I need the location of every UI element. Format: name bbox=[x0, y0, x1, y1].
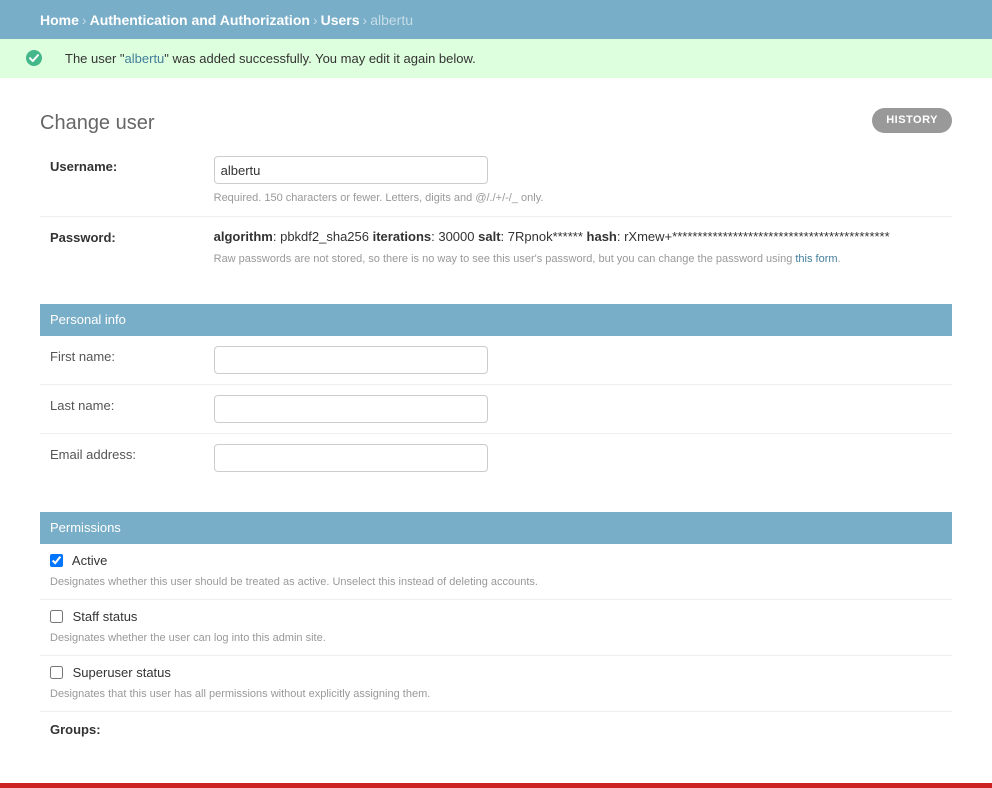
breadcrumb: Home›Authentication and Authorization›Us… bbox=[0, 0, 992, 39]
password-hash-readonly: algorithm: pbkdf2_sha256 iterations: 300… bbox=[214, 227, 890, 245]
success-message-text-after: " was added successfully. You may edit i… bbox=[164, 51, 476, 66]
last-name-label: Last name: bbox=[50, 395, 210, 413]
password-iterations-key: iterations bbox=[373, 229, 432, 244]
success-message: The user "albertu" was added successfull… bbox=[0, 39, 992, 78]
page-title: Change user bbox=[40, 98, 952, 134]
email-label: Email address: bbox=[50, 444, 210, 462]
username-field-box: Required. 150 characters or fewer. Lette… bbox=[214, 156, 544, 206]
object-tools-item: History bbox=[872, 108, 952, 133]
content-area: Change user History Username: Required. … bbox=[0, 78, 992, 737]
breadcrumb-separator: › bbox=[79, 12, 90, 28]
page-header-row: Change user History bbox=[40, 98, 952, 146]
password-help-before: Raw passwords are not stored, so there i… bbox=[214, 253, 796, 265]
fieldset-personal-info-title: Personal info bbox=[40, 304, 952, 336]
superuser-status-checkbox[interactable] bbox=[50, 666, 63, 679]
groups-label: Groups: bbox=[40, 712, 952, 737]
fieldset-permissions-title: Permissions bbox=[40, 512, 952, 544]
bottom-status-bar bbox=[0, 783, 992, 788]
password-label: Password: bbox=[50, 227, 210, 245]
staff-status-checkbox-line: Staff status bbox=[50, 609, 942, 625]
active-label[interactable]: Active bbox=[72, 553, 107, 568]
breadcrumb-item-current: albertu bbox=[370, 12, 413, 28]
object-tools: History bbox=[872, 108, 952, 133]
success-message-text-before: The user " bbox=[65, 51, 125, 66]
form-row-last-name: Last name: bbox=[40, 385, 952, 434]
form-row-active: Active Designates whether this user shou… bbox=[40, 544, 952, 600]
form-row-first-name: First name: bbox=[40, 336, 952, 385]
breadcrumb-separator: › bbox=[360, 12, 371, 28]
email-input[interactable] bbox=[214, 444, 488, 472]
fieldset-permissions: Permissions Active Designates whether th… bbox=[40, 512, 952, 737]
first-name-input[interactable] bbox=[214, 346, 488, 374]
first-name-label: First name: bbox=[50, 346, 210, 364]
staff-status-help-text: Designates whether the user can log into… bbox=[50, 631, 942, 646]
staff-status-checkbox[interactable] bbox=[50, 610, 63, 623]
superuser-status-label[interactable]: Superuser status bbox=[73, 665, 171, 680]
password-help-after: . bbox=[838, 253, 841, 265]
breadcrumb-item-users[interactable]: Users bbox=[321, 12, 360, 28]
password-hash-value: : rXmew+********************************… bbox=[617, 229, 890, 244]
form-row-staff-status: Staff status Designates whether the user… bbox=[40, 600, 952, 656]
password-field-box: algorithm: pbkdf2_sha256 iterations: 300… bbox=[214, 227, 890, 267]
success-check-icon bbox=[26, 50, 42, 66]
active-checkbox-line: Active bbox=[50, 553, 942, 569]
password-salt-value: : 7Rpnok****** bbox=[501, 229, 587, 244]
form-row-password: Password: algorithm: pbkdf2_sha256 itera… bbox=[40, 217, 952, 277]
password-algorithm-key: algorithm bbox=[214, 229, 273, 244]
password-help-text: Raw passwords are not stored, so there i… bbox=[214, 252, 890, 267]
success-message-user-link[interactable]: albertu bbox=[125, 51, 165, 66]
username-input[interactable] bbox=[214, 156, 488, 184]
username-help-text: Required. 150 characters or fewer. Lette… bbox=[214, 191, 544, 206]
form-row-email: Email address: bbox=[40, 434, 952, 482]
breadcrumb-item-home[interactable]: Home bbox=[40, 12, 79, 28]
form-row-username: Username: Required. 150 characters or fe… bbox=[40, 146, 952, 217]
last-name-input[interactable] bbox=[214, 395, 488, 423]
password-hash-key: hash bbox=[587, 229, 617, 244]
fieldset-main: Username: Required. 150 characters or fe… bbox=[40, 146, 952, 277]
password-algorithm-value: : pbkdf2_sha256 bbox=[273, 229, 373, 244]
superuser-status-help-text: Designates that this user has all permis… bbox=[50, 687, 942, 702]
message-list: The user "albertu" was added successfull… bbox=[0, 39, 992, 78]
form-row-superuser-status: Superuser status Designates that this us… bbox=[40, 656, 952, 712]
active-checkbox[interactable] bbox=[50, 554, 63, 567]
username-label: Username: bbox=[50, 156, 210, 174]
superuser-status-checkbox-line: Superuser status bbox=[50, 665, 942, 681]
change-password-link[interactable]: this form bbox=[795, 253, 837, 265]
staff-status-label[interactable]: Staff status bbox=[73, 609, 138, 624]
history-button[interactable]: History bbox=[872, 108, 952, 133]
active-help-text: Designates whether this user should be t… bbox=[50, 575, 942, 590]
password-salt-key: salt bbox=[478, 229, 500, 244]
fieldset-personal-info: Personal info First name: Last name: Ema… bbox=[40, 304, 952, 482]
breadcrumb-item-auth[interactable]: Authentication and Authorization bbox=[90, 12, 310, 28]
breadcrumb-separator: › bbox=[310, 12, 321, 28]
password-iterations-value: : 30000 bbox=[431, 229, 478, 244]
